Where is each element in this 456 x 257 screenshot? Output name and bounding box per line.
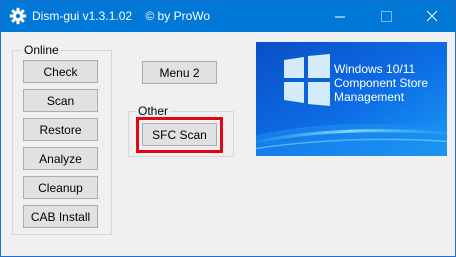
- banner-caption: Windows 10/11 Component Store Management: [334, 62, 446, 104]
- online-group-label: Online: [22, 43, 61, 57]
- banner-line-1: Windows 10/11: [334, 62, 416, 76]
- gear-icon: [9, 7, 27, 25]
- window-title: Dism-gui v1.3.1.02 © by ProWo: [32, 9, 211, 23]
- close-icon: [426, 10, 438, 22]
- sfc-scan-highlight: [136, 117, 223, 153]
- maximize-icon: [381, 11, 392, 22]
- menu-2-button[interactable]: Menu 2: [142, 61, 217, 84]
- minimize-button[interactable]: [317, 1, 363, 32]
- analyze-button[interactable]: Analyze: [23, 147, 98, 170]
- check-button[interactable]: Check: [23, 60, 98, 83]
- banner-line-3: Management: [334, 90, 405, 104]
- banner-line-2: Component Store: [334, 76, 429, 90]
- windows-banner: Windows 10/11 Component Store Management: [256, 42, 447, 156]
- scan-button[interactable]: Scan: [23, 89, 98, 112]
- app-window: Dism-gui v1.3.1.02 © by ProWo Online Che…: [0, 0, 456, 257]
- restore-button[interactable]: Restore: [23, 118, 98, 141]
- maximize-button[interactable]: [363, 1, 409, 32]
- cleanup-button[interactable]: Cleanup: [23, 176, 98, 199]
- title-bar[interactable]: Dism-gui v1.3.1.02 © by ProWo: [1, 1, 455, 32]
- windows-logo-icon: [284, 54, 330, 106]
- cab-install-button[interactable]: CAB Install: [23, 205, 98, 228]
- minimize-icon: [335, 16, 345, 18]
- close-button[interactable]: [409, 1, 455, 32]
